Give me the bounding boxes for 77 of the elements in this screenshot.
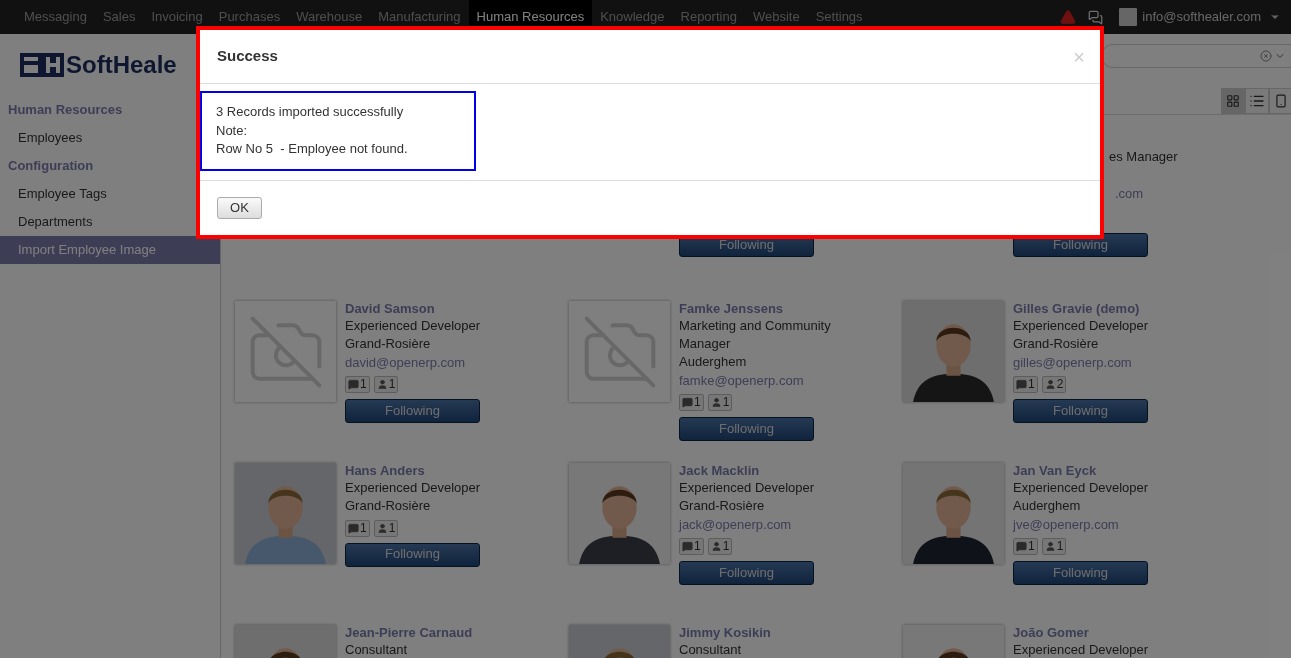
- sidebar-item[interactable]: Employee Tags: [18, 180, 107, 208]
- message-text: Row No 5 - Employee not found.: [216, 140, 409, 159]
- view-button[interactable]: [1269, 88, 1291, 114]
- view-button[interactable]: [1221, 88, 1245, 114]
- followers-badge: 1: [707, 394, 733, 411]
- following-button[interactable]: Following: [345, 399, 480, 423]
- email-link[interactable]: famke@openerp.com: [679, 371, 804, 390]
- city-text: Grand-Rosière: [1013, 335, 1100, 353]
- employee-name[interactable]: Hans Anders: [345, 463, 425, 479]
- chat-icon[interactable]: [1088, 9, 1104, 25]
- following-button[interactable]: Following: [679, 417, 814, 441]
- menu-item[interactable]: Sales: [94, 0, 144, 34]
- following-button[interactable]: Following: [1013, 399, 1148, 423]
- job-title: Experienced Developer: [1013, 641, 1150, 658]
- job-title: Marketing and Community Manager: [679, 317, 832, 353]
- email-link[interactable]: jack@openerp.com: [679, 515, 792, 534]
- job-title: Experienced Developer: [1013, 479, 1150, 497]
- messages-badge: 1: [679, 394, 704, 411]
- followers-badge: 2: [1041, 376, 1067, 393]
- message-text: 3 Records imported successfully: [216, 103, 405, 122]
- email-link[interactable]: .com: [1115, 185, 1144, 204]
- sidebar-item[interactable]: Employees: [18, 124, 83, 152]
- followers-badge: 1: [1041, 538, 1067, 555]
- job-title: Experienced Developer: [345, 479, 482, 497]
- menu-item[interactable]: Invoicing: [143, 0, 211, 34]
- city-text: Auderghem: [679, 353, 748, 371]
- employee-name[interactable]: Famke Jenssens: [679, 301, 784, 317]
- logo-text: SoftHeale: [66, 53, 177, 77]
- messages-badge: 1: [345, 519, 370, 537]
- followers-badge: 1: [373, 519, 399, 537]
- city-text: Auderghem: [1013, 497, 1082, 515]
- messages-badge: 1: [345, 376, 370, 393]
- sidebar-item[interactable]: Departments: [18, 208, 93, 236]
- city-text: Grand-Rosière: [679, 497, 766, 515]
- section-title: Human Resources: [8, 101, 123, 120]
- dialog-title: Success: [217, 46, 278, 67]
- following-button[interactable]: Following: [679, 561, 814, 585]
- job-title: Experienced Developer: [345, 317, 482, 335]
- sidebar-item[interactable]: Import Employee Image: [0, 236, 220, 264]
- job-title: Experienced Developer: [1013, 317, 1150, 335]
- logo-icon: [20, 53, 64, 77]
- kanban-view-icon: [1226, 94, 1240, 108]
- list-view-icon: [1249, 93, 1265, 109]
- avatar: [1119, 8, 1138, 26]
- employee-name[interactable]: Jimmy Kosikin: [679, 625, 771, 641]
- followers-badge: 1: [373, 376, 399, 393]
- job-title: es Manager: [1109, 148, 1178, 166]
- warning-icon[interactable]: [1060, 9, 1077, 25]
- employee-name[interactable]: David Samson: [345, 301, 435, 317]
- form-view-icon: [1274, 93, 1288, 109]
- email-link[interactable]: gilles@openerp.com: [1013, 353, 1132, 372]
- clear-icon[interactable]: [1260, 50, 1272, 62]
- view-button[interactable]: [1245, 88, 1269, 114]
- ok-button[interactable]: OK: [217, 197, 262, 219]
- following-button[interactable]: Following: [345, 542, 480, 567]
- job-title: Experienced Developer: [679, 479, 816, 497]
- messages-badge: 1: [1013, 538, 1038, 555]
- close-button[interactable]: ×: [1073, 46, 1085, 67]
- city-text: Grand-Rosière: [345, 497, 432, 515]
- city-text: Grand-Rosière: [345, 335, 432, 353]
- user-email[interactable]: info@softhealer.com: [1142, 7, 1261, 27]
- job-title: Consultant: [679, 641, 743, 658]
- email-link[interactable]: david@openerp.com: [345, 353, 466, 372]
- employee-name[interactable]: Jack Macklin: [679, 463, 760, 479]
- following-button[interactable]: Following: [1013, 561, 1148, 585]
- job-title: Consultant: [345, 641, 409, 658]
- employee-name[interactable]: Gilles Gravie (demo): [1013, 301, 1140, 317]
- followers-badge: 1: [707, 538, 733, 555]
- email-link[interactable]: jve@openerp.com: [1013, 515, 1119, 534]
- section-title: Configuration: [8, 157, 94, 176]
- employee-name[interactable]: Jean-Pierre Carnaud: [345, 625, 473, 641]
- message-text: Note:: [216, 121, 249, 140]
- employee-name[interactable]: Jan Van Eyck: [1013, 463, 1097, 479]
- menu-item[interactable]: Messaging: [16, 0, 95, 34]
- employee-name[interactable]: João Gomer: [1013, 625, 1089, 641]
- messages-badge: 1: [679, 538, 704, 555]
- messages-badge: 1: [1013, 376, 1038, 393]
